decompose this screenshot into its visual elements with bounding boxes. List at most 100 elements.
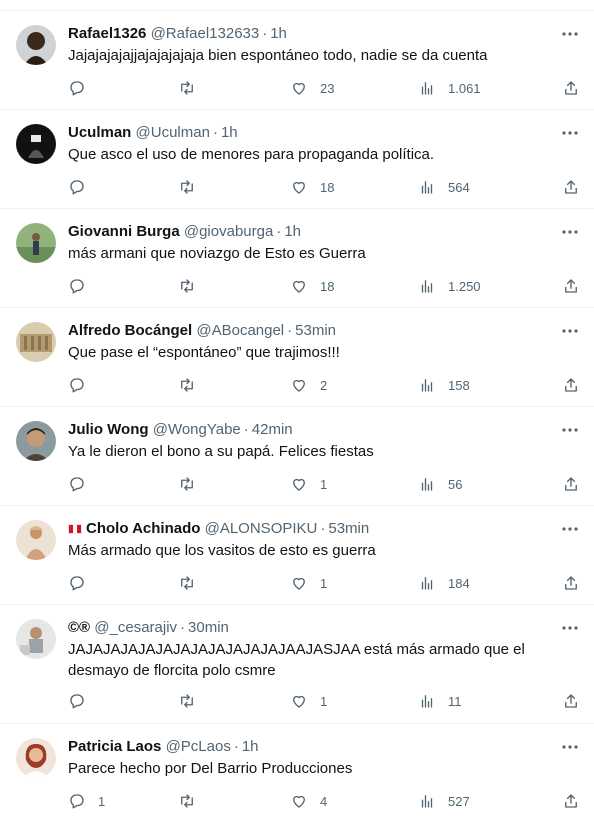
share-button[interactable] — [562, 791, 580, 811]
avatar[interactable] — [16, 223, 56, 263]
like-button[interactable]: 1 — [290, 573, 327, 593]
more-icon[interactable] — [560, 619, 580, 637]
reply-button[interactable] — [68, 276, 98, 296]
like-button[interactable]: 2 — [290, 375, 327, 395]
avatar[interactable] — [16, 619, 56, 659]
tweet[interactable]: Alfredo Bocángel @ABocangel · 53min Que pa… — [0, 308, 594, 407]
reply-count: 1 — [98, 793, 106, 809]
like-button[interactable]: 23 — [290, 78, 334, 98]
avatar[interactable] — [16, 738, 56, 778]
handle[interactable]: @Rafael132633 — [151, 25, 260, 42]
display-name[interactable]: Uculman — [68, 124, 131, 141]
timestamp[interactable]: 1h — [270, 25, 287, 42]
views-button[interactable]: 1.250 — [418, 276, 481, 296]
views-icon — [421, 379, 433, 392]
share-button[interactable] — [562, 276, 580, 296]
display-name[interactable]: Giovanni Burga — [68, 223, 180, 240]
timestamp[interactable]: 53min — [328, 520, 369, 537]
tweet[interactable]: Rafael1326 @Rafael132633 · 1h Jajajajajajj… — [0, 11, 594, 110]
reply-icon — [70, 378, 84, 393]
tweet[interactable]: Cholo Achinado @ALONSOPIKU · 53min Más arm… — [0, 506, 594, 605]
share-button[interactable] — [562, 691, 580, 711]
share-button[interactable] — [562, 573, 580, 593]
views-button[interactable]: 184 — [418, 573, 470, 593]
retweet-button[interactable] — [178, 276, 196, 296]
display-name[interactable]: Patricia Laos — [68, 738, 161, 755]
reply-button[interactable] — [68, 474, 98, 494]
more-icon[interactable] — [560, 520, 580, 538]
display-name[interactable]: Julio Wong — [68, 421, 149, 438]
views-button[interactable]: 527 — [418, 791, 470, 811]
like-button[interactable]: 18 — [290, 177, 334, 197]
handle[interactable]: @PcLaos — [166, 738, 231, 755]
timestamp[interactable]: 42min — [252, 421, 293, 438]
timestamp[interactable]: 1h — [242, 738, 259, 755]
more-icon[interactable] — [560, 124, 580, 142]
like-button[interactable]: 1 — [290, 691, 327, 711]
reply-button[interactable] — [68, 78, 98, 98]
share-button[interactable] — [562, 78, 580, 98]
avatar[interactable] — [16, 421, 56, 461]
reply-button[interactable] — [68, 691, 98, 711]
views-button[interactable]: 11 — [418, 691, 462, 711]
tweet[interactable]: Patricia Laos @PcLaos · 1h Parece hecho po… — [0, 724, 594, 816]
views-button[interactable]: 158 — [418, 375, 470, 395]
reply-button[interactable] — [68, 375, 98, 395]
tweet[interactable]: Giovanni Burga @giovaburga · 1h más armani… — [0, 209, 594, 308]
like-button[interactable]: 18 — [290, 276, 334, 296]
tweet-actions: 1 11 — [68, 691, 580, 711]
timestamp[interactable]: 30min — [188, 619, 229, 636]
handle[interactable]: @Uculman — [136, 124, 210, 141]
timestamp[interactable]: 53min — [295, 322, 336, 339]
retweet-button[interactable] — [178, 78, 196, 98]
display-name[interactable]: Cholo Achinado — [86, 520, 200, 537]
avatar[interactable] — [16, 322, 56, 362]
reply-icon — [70, 694, 84, 709]
timestamp[interactable]: 1h — [284, 223, 301, 240]
retweet-button[interactable] — [178, 474, 196, 494]
share-button[interactable] — [562, 177, 580, 197]
heart-icon — [293, 379, 305, 392]
views-button[interactable]: 564 — [418, 177, 470, 197]
avatar[interactable] — [16, 520, 56, 560]
share-button[interactable] — [562, 474, 580, 494]
view-count: 527 — [448, 793, 470, 809]
handle[interactable]: @WongYabe — [153, 421, 241, 438]
tweet[interactable]: ©® @_cesarajiv · 30min JAJAJAJAJAJAJAJAJAJ… — [0, 605, 594, 724]
reply-button[interactable] — [68, 573, 98, 593]
retweet-button[interactable] — [178, 573, 196, 593]
retweet-button[interactable] — [178, 791, 196, 811]
more-icon[interactable] — [560, 25, 580, 43]
like-button[interactable]: 4 — [290, 791, 327, 811]
separator-dot: · — [180, 619, 186, 636]
more-icon[interactable] — [560, 421, 580, 439]
more-icon[interactable] — [560, 322, 580, 340]
views-button[interactable]: 56 — [418, 474, 462, 494]
more-icon[interactable] — [560, 223, 580, 241]
tweet-actions: 18 1.250 — [68, 276, 580, 296]
share-button[interactable] — [562, 375, 580, 395]
reply-button[interactable] — [68, 177, 98, 197]
display-name[interactable]: Alfredo Bocángel — [68, 322, 192, 339]
tweet-actions: 1 56 — [68, 474, 580, 494]
tweet[interactable]: Uculman @Uculman · 1h Que asco el uso de m… — [0, 110, 594, 209]
retweet-button[interactable] — [178, 177, 196, 197]
timestamp[interactable]: 1h — [221, 124, 238, 141]
views-button[interactable]: 1.061 — [418, 78, 481, 98]
tweet-actions: 1 184 — [68, 573, 580, 593]
handle[interactable]: @giovaburga — [184, 223, 273, 240]
handle[interactable]: @ALONSOPIKU — [205, 520, 318, 537]
handle[interactable]: @_cesarajiv — [94, 619, 177, 636]
avatar[interactable] — [16, 25, 56, 65]
display-name[interactable]: Rafael1326 — [68, 25, 146, 42]
tweet[interactable]: Julio Wong @WongYabe · 42min Ya le dieron … — [0, 407, 594, 506]
reply-button[interactable]: 1 — [68, 791, 105, 811]
handle[interactable]: @ABocangel — [196, 322, 284, 339]
like-button[interactable]: 1 — [290, 474, 327, 494]
retweet-button[interactable] — [178, 691, 196, 711]
retweet-button[interactable] — [178, 375, 196, 395]
heart-icon — [293, 577, 305, 590]
display-name[interactable]: ©® — [68, 619, 90, 636]
avatar[interactable] — [16, 124, 56, 164]
more-icon[interactable] — [560, 738, 580, 756]
